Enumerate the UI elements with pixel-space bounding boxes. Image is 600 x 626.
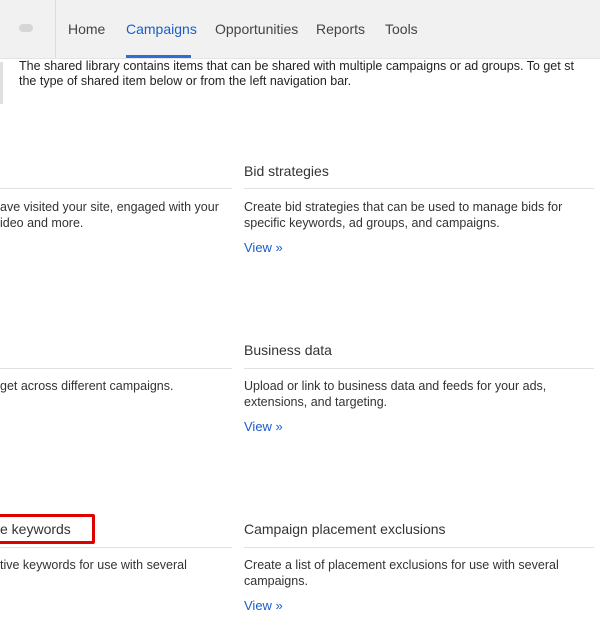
shared-library-intro: The shared library contains items that c… xyxy=(19,59,600,88)
business-data-view-link[interactable]: View » xyxy=(244,419,283,434)
budgets-desc-line-1: get across different campaigns. xyxy=(0,379,174,393)
tab-reports[interactable]: Reports xyxy=(316,20,365,38)
intro-line-2: the type of shared item below or from th… xyxy=(19,73,352,88)
budgets-description: get across different campaigns. xyxy=(0,379,232,395)
business-data-desc-line-1: Upload or link to business data and feed… xyxy=(244,379,547,393)
bid-strategies-view-link[interactable]: View » xyxy=(244,240,283,255)
business-data-title: Business data xyxy=(244,342,332,358)
tab-tools[interactable]: Tools xyxy=(385,20,418,38)
tab-opportunities[interactable]: Opportunities xyxy=(215,20,298,38)
bid-strategies-desc-line-2: specific keywords, ad groups, and campai… xyxy=(244,215,500,230)
menu-icon[interactable] xyxy=(19,24,33,32)
nav-divider xyxy=(55,0,56,58)
business-data-desc-line-2: extensions, and targeting. xyxy=(244,394,388,409)
audiences-description: ave visited your site, engaged with your… xyxy=(0,200,232,231)
audiences-desc-line-1: ave visited your site, engaged with your xyxy=(0,200,219,214)
business-data-divider xyxy=(244,368,594,369)
bid-strategies-desc-line-1: Create bid strategies that can be used t… xyxy=(244,200,563,214)
top-navigation-bar: Home Campaigns Opportunities Reports Too… xyxy=(0,0,600,59)
audiences-divider xyxy=(0,188,232,189)
budgets-divider xyxy=(0,368,232,369)
bid-strategies-title: Bid strategies xyxy=(244,163,329,179)
tab-campaigns[interactable]: Campaigns xyxy=(126,20,197,38)
bid-strategies-description: Create bid strategies that can be used t… xyxy=(244,200,594,231)
bid-strategies-divider xyxy=(244,188,594,189)
placement-exclusions-description: Create a list of placement exclusions fo… xyxy=(244,558,594,589)
tab-home[interactable]: Home xyxy=(68,20,105,38)
business-data-description: Upload or link to business data and feed… xyxy=(244,379,594,410)
placement-exclusions-desc-line-2: campaigns. xyxy=(244,573,308,588)
negative-keywords-divider xyxy=(0,547,232,548)
placement-exclusions-desc-line-1: Create a list of placement exclusions fo… xyxy=(244,558,559,572)
negative-keywords-description: tive keywords for use with several xyxy=(0,558,232,574)
negative-keywords-desc-line-1: tive keywords for use with several xyxy=(0,558,187,572)
intro-line-1: The shared library contains items that c… xyxy=(19,59,574,73)
negative-keywords-highlight xyxy=(0,514,95,544)
placement-exclusions-view-link[interactable]: View » xyxy=(244,598,283,613)
active-tab-indicator xyxy=(126,55,191,58)
audiences-desc-line-2: ideo and more. xyxy=(0,215,84,230)
placement-exclusions-divider xyxy=(244,547,594,548)
intro-icon-edge xyxy=(0,62,3,104)
placement-exclusions-title: Campaign placement exclusions xyxy=(244,521,446,537)
